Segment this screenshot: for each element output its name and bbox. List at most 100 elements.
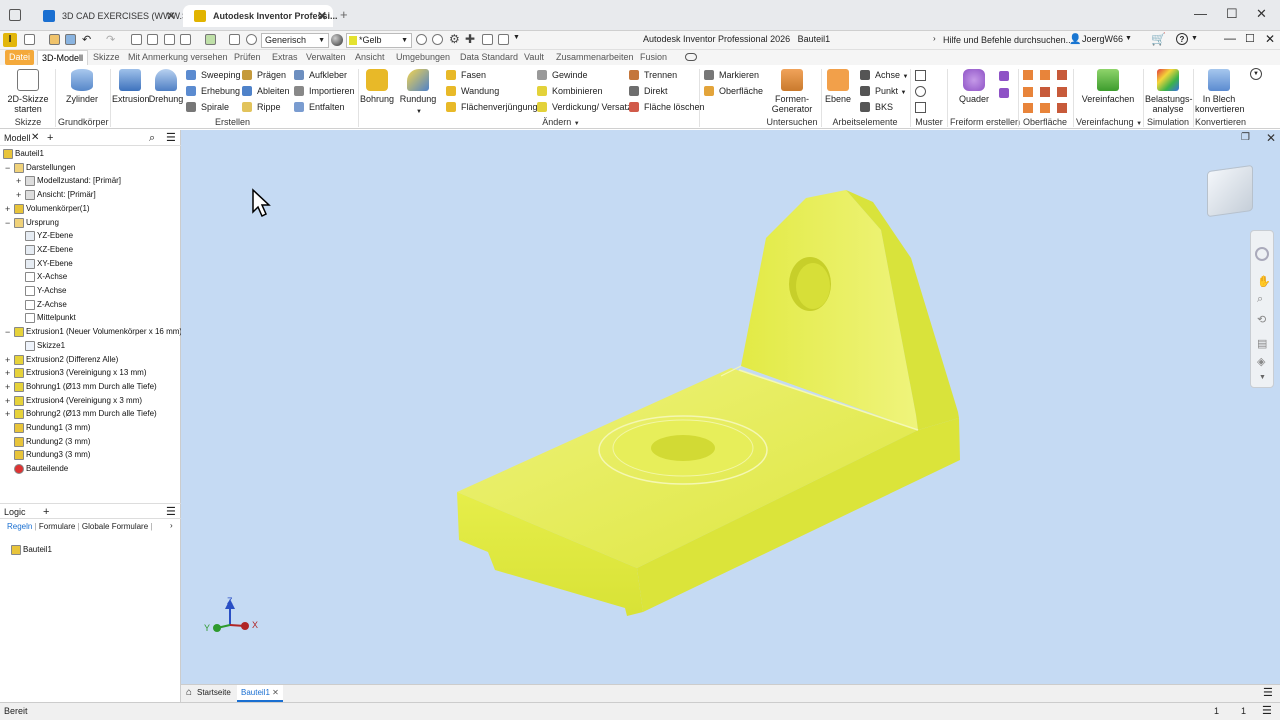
nav-dropdown-icon[interactable]: ▼ bbox=[1259, 374, 1266, 381]
tree-node[interactable]: Z-Achse bbox=[25, 299, 67, 311]
tab-ansicht[interactable]: Ansicht bbox=[351, 50, 389, 65]
group-label-aendern[interactable]: Ändern ▼ bbox=[536, 117, 586, 127]
group-label-vereinfachung[interactable]: Vereinfachung ▼ bbox=[1076, 117, 1142, 127]
fit-mesh-icon[interactable] bbox=[1057, 103, 1067, 113]
subtab-formulare[interactable]: Formulare bbox=[39, 522, 75, 531]
trim-icon[interactable] bbox=[1023, 87, 1033, 97]
menu-icon[interactable]: ☰ bbox=[166, 130, 176, 146]
circular-pattern-icon[interactable] bbox=[915, 86, 926, 97]
tree-node[interactable]: Bauteil1 bbox=[3, 148, 44, 160]
customize-dropdown-icon[interactable]: ▼ bbox=[513, 34, 520, 41]
maximize-icon[interactable]: ☐ bbox=[1226, 6, 1238, 22]
coil-button[interactable]: Spirale bbox=[186, 100, 229, 114]
steering-wheel-icon[interactable] bbox=[1255, 247, 1269, 261]
cart-icon[interactable]: 🛒 bbox=[1151, 32, 1166, 46]
cylinder-button[interactable]: Zylinder bbox=[62, 69, 102, 104]
tree-node[interactable]: + Ansicht: [Primär] bbox=[16, 189, 96, 201]
freeform-convert-icon[interactable] bbox=[999, 88, 1009, 98]
browser-tab-exercises[interactable]: 3D CAD EXERCISES (WWW.S... ✕ bbox=[32, 5, 196, 27]
user-name[interactable]: JoergW66 bbox=[1082, 34, 1123, 44]
pan-icon[interactable]: ✋ bbox=[1257, 275, 1271, 288]
rib-button[interactable]: Rippe bbox=[242, 100, 281, 114]
tab-mit-anmerkung[interactable]: Mit Anmerkung versehen bbox=[124, 50, 232, 65]
browser-tab-inventor[interactable]: Autodesk Inventor Professi... ✕ bbox=[183, 5, 338, 27]
expand-icon[interactable]: + bbox=[5, 395, 10, 407]
expand-icon[interactable]: + bbox=[5, 408, 10, 420]
tree-node[interactable]: Rundung3 (3 mm) bbox=[14, 449, 90, 461]
undo-icon[interactable]: ↶ bbox=[82, 33, 91, 46]
close-model-tab-icon[interactable]: ✕ bbox=[31, 130, 39, 146]
expand-icon[interactable]: + bbox=[16, 175, 21, 187]
tab-umgebungen[interactable]: Umgebungen bbox=[392, 50, 454, 65]
free-orbit-icon[interactable]: ◈ bbox=[1257, 355, 1265, 368]
fillet-button[interactable]: Rundung bbox=[399, 69, 437, 104]
new-file-icon[interactable] bbox=[24, 34, 35, 45]
graphics-viewport[interactable]: ❐ ✕ ✋ ⌕ ⟲ ▤ ◈ ▼ Z Y X bbox=[181, 130, 1280, 684]
tree-node[interactable]: + Volumenkörper(1) bbox=[5, 203, 90, 215]
ribbon-more-icon[interactable]: ▼ bbox=[1250, 68, 1262, 80]
mold-generator-button[interactable]: Formen-Generator bbox=[770, 69, 814, 114]
app-minimize-icon[interactable]: — bbox=[1224, 31, 1236, 45]
decal-button[interactable]: Aufkleber bbox=[294, 68, 347, 82]
expand-icon[interactable]: + bbox=[5, 203, 10, 215]
tree-node[interactable]: + Extrusion4 (Vereinigung x 3 mm) bbox=[5, 395, 142, 407]
save-icon[interactable] bbox=[65, 34, 76, 45]
subtab-scroll-icon[interactable]: › bbox=[170, 521, 173, 530]
emboss-button[interactable]: Prägen bbox=[242, 68, 286, 82]
import-button[interactable]: Importieren bbox=[294, 84, 355, 98]
close-tab-icon[interactable]: ✕ bbox=[166, 5, 176, 27]
tree-node[interactable]: + Extrusion3 (Vereinigung x 13 mm) bbox=[5, 367, 147, 379]
ucs-button[interactable]: BKS bbox=[860, 100, 893, 114]
start-2d-sketch-button[interactable]: 2D-Skizze starten bbox=[6, 69, 50, 114]
shell-button[interactable]: Wandung bbox=[446, 84, 499, 98]
tree-node[interactable]: − Darstellungen bbox=[5, 162, 75, 174]
status-menu-icon[interactable]: ☰ bbox=[1262, 703, 1272, 720]
direct-edit-button[interactable]: Direkt bbox=[629, 84, 668, 98]
tree-node[interactable]: Rundung1 (3 mm) bbox=[14, 422, 90, 434]
tree-node[interactable]: + Extrusion2 (Differenz Alle) bbox=[5, 354, 118, 366]
tab-verwalten[interactable]: Verwalten bbox=[302, 50, 350, 65]
tree-node[interactable]: Y-Achse bbox=[25, 285, 67, 297]
fillet-dropdown-icon[interactable]: ▼ bbox=[416, 109, 422, 115]
chamfer-button[interactable]: Fasen bbox=[446, 68, 486, 82]
inventor-app-icon[interactable]: I bbox=[3, 33, 17, 47]
ribbon-options-icon[interactable] bbox=[685, 53, 697, 61]
convert-to-sheet-metal-button[interactable]: In Blech konvertieren bbox=[1195, 69, 1245, 114]
tree-node[interactable]: Skizze1 bbox=[25, 340, 65, 352]
expand-icon[interactable]: + bbox=[5, 381, 10, 393]
select-icon[interactable] bbox=[229, 34, 240, 45]
tab-datei[interactable]: Datei bbox=[5, 50, 35, 65]
home-icon[interactable] bbox=[131, 34, 142, 45]
customize-icon[interactable] bbox=[498, 34, 509, 45]
tab-actions-icon[interactable] bbox=[9, 9, 21, 21]
markieren-button[interactable]: Markieren bbox=[704, 68, 759, 82]
tree-node[interactable]: Rundung2 (3 mm) bbox=[14, 436, 90, 448]
tree-node[interactable]: + Bohrung1 (Ø13 mm Durch alle Tiefe) bbox=[5, 381, 157, 393]
work-plane-button[interactable]: Ebene bbox=[823, 69, 853, 104]
home-tab[interactable]: Startseite bbox=[197, 688, 231, 697]
document-tab-bauteil1[interactable]: Bauteil1 ✕ bbox=[237, 685, 283, 702]
delete-face-button[interactable]: Fläche löschen bbox=[629, 100, 705, 114]
thread-button[interactable]: Gewinde bbox=[537, 68, 588, 82]
extrusion-button[interactable]: Extrusion bbox=[112, 69, 150, 104]
fx-icon[interactable]: ⚙ bbox=[449, 32, 460, 46]
help-search-input[interactable]: Hilfe und Befehle durchsuchen... bbox=[943, 33, 1073, 48]
adjust-icon[interactable] bbox=[432, 34, 443, 45]
boundary-patch-icon[interactable] bbox=[1023, 103, 1033, 113]
derive-button[interactable]: Ableiten bbox=[242, 84, 290, 98]
patch-icon[interactable] bbox=[1057, 70, 1067, 80]
help-dropdown-icon[interactable]: ▼ bbox=[1191, 35, 1198, 42]
close-window-icon[interactable]: ✕ bbox=[1256, 6, 1267, 22]
model-tab[interactable]: Modell bbox=[4, 133, 31, 143]
freeform-edit-icon[interactable] bbox=[999, 71, 1009, 81]
tab-zusammenarbeiten[interactable]: Zusammenarbeiten bbox=[552, 50, 638, 65]
unwrap-button[interactable]: Entfalten bbox=[294, 100, 345, 114]
clear-override-icon[interactable] bbox=[416, 34, 427, 45]
appearance-combo[interactable]: *Gelb ▼ bbox=[346, 33, 412, 48]
stitch-icon[interactable] bbox=[1023, 70, 1033, 80]
expand-icon[interactable]: + bbox=[5, 354, 10, 366]
hole-button[interactable]: Bohrung bbox=[360, 69, 394, 104]
tree-node[interactable]: Mittelpunkt bbox=[25, 312, 76, 324]
zoom-icon[interactable]: ⌕ bbox=[1257, 293, 1263, 306]
view-cube[interactable] bbox=[1207, 164, 1253, 218]
